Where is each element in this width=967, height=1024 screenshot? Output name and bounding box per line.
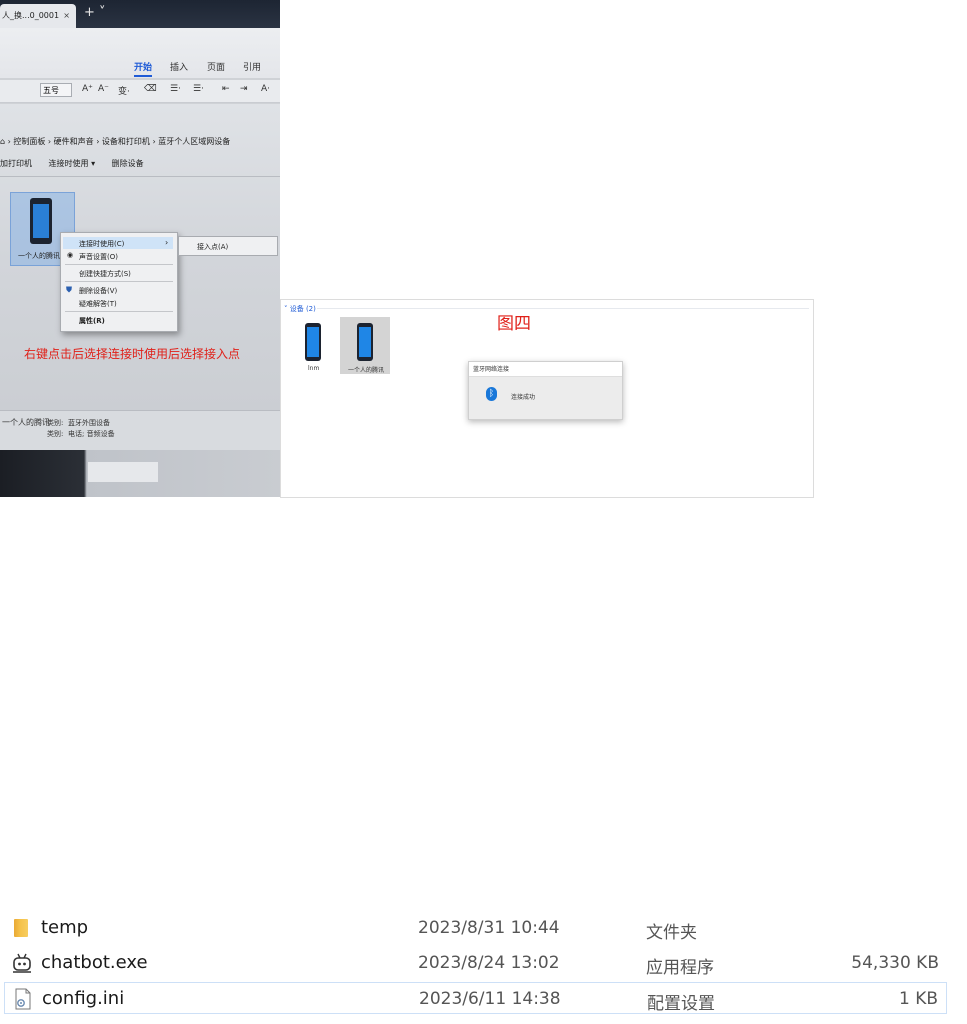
file-list: temp 2023/8/31 10:44 文件夹 chatbot.exe 202… (0, 910, 967, 1024)
details-key: 类别: (47, 430, 64, 438)
menu-item-connect-using[interactable]: 连接时使用(C) (79, 239, 124, 249)
divider (317, 308, 809, 309)
figure-caption: 图四 (497, 314, 531, 334)
document-tab-title: 人_换...0_0001 (2, 11, 60, 20)
context-menu: 连接时使用(C) › 声音设置(O) ◉ 创建快捷方式(S) 删除设备(V) ⛊… (60, 232, 178, 332)
menu-item-properties[interactable]: 属性(R) (79, 316, 105, 326)
file-name: temp (41, 917, 89, 938)
file-name: config.ini (42, 988, 125, 1009)
tab-references[interactable]: 引用 (243, 60, 261, 73)
menu-divider (65, 311, 173, 312)
file-type: 配置设置 (647, 994, 715, 1014)
bullet-list-icon[interactable]: ☰· (170, 84, 181, 94)
breadcrumb[interactable]: ⌂ › 控制面板 › 硬件和声音 › 设备和打印机 › 蓝牙个人区域网设备 (0, 136, 230, 147)
details-key: 类别: (47, 419, 64, 427)
menu-item-create-shortcut[interactable]: 创建快捷方式(S) (79, 269, 131, 279)
details-device-name: 一个人的腾讯 (2, 418, 50, 427)
formatting-toolbar: 五号 A⁺ A⁻ 变· ⌫ ☰· ☰· ⇤ ⇥ A· (0, 80, 280, 103)
file-size: 1 KB (898, 989, 938, 1009)
folder-icon (14, 919, 28, 937)
font-size-select[interactable]: 五号 (40, 83, 72, 97)
new-tab-button[interactable]: + ˅ (84, 5, 106, 20)
file-date: 2023/6/11 14:38 (419, 989, 561, 1009)
menu-item-remove-device[interactable]: 删除设备(V) (79, 286, 117, 296)
add-printer-button[interactable]: 加打印机 (0, 159, 32, 168)
file-row[interactable]: chatbot.exe 2023/8/24 13:02 应用程序 54,330 … (4, 947, 947, 979)
tab-page[interactable]: 页面 (207, 60, 225, 73)
file-name: chatbot.exe (41, 952, 148, 973)
phone-icon (30, 198, 52, 244)
taskbar-thumbnail (88, 462, 158, 482)
details-value: 蓝牙外围设备 (68, 419, 110, 427)
file-size: 54,330 KB (851, 953, 939, 973)
shrink-font-icon[interactable]: A⁻ (98, 84, 109, 94)
photo-of-screen: 人_换...0_0001 × + ˅ 开始 插入 页面 引用 五号 A⁺ A⁻ … (0, 0, 280, 497)
menu-divider (65, 264, 173, 265)
details-value: 电话; 音频设备 (68, 430, 115, 438)
details-pane: 一个人的腾讯 类别: 蓝牙外围设备 类别: 电话; 音频设备 (0, 410, 280, 451)
phone-icon (305, 323, 321, 361)
devices-group-header[interactable]: ˅ 设备 (2) (284, 304, 316, 314)
menu-item-sound-settings[interactable]: 声音设置(O) (79, 252, 118, 262)
submenu-access-point[interactable]: 接入点(A) (178, 236, 278, 256)
tab-start[interactable]: 开始 (134, 60, 153, 77)
chevron-right-icon: › (165, 238, 169, 247)
connect-using-button[interactable]: 连接时使用 ▾ (49, 159, 96, 168)
bluetooth-icon: ᛒ (486, 387, 497, 401)
remove-device-button[interactable]: 删除设备 (112, 159, 144, 168)
browser-tab-bar: 人_换...0_0001 × + ˅ (0, 0, 280, 28)
file-type: 文件夹 (646, 923, 697, 943)
file-row[interactable]: temp 2023/8/31 10:44 文件夹 (4, 912, 947, 944)
close-icon[interactable]: × (63, 4, 70, 28)
config-file-icon (15, 988, 31, 1010)
command-bar: 加打印机 连接时使用 ▾ 删除设备 (0, 158, 144, 169)
file-row-selected[interactable]: config.ini 2023/6/11 14:38 配置设置 1 KB (4, 982, 947, 1014)
menu-divider (65, 281, 173, 282)
device-label[interactable]: 一个人的腾讯 (348, 365, 384, 374)
menu-item-troubleshoot[interactable]: 疑难解答(T) (79, 299, 117, 309)
dialog-title: 蓝牙网络连接 (469, 362, 622, 377)
devices-screenshot: ˅ 设备 (2) lnm 一个人的腾讯 图四 蓝牙网络连接 ᛒ 连接成功 (280, 299, 814, 498)
dialog-message: 连接成功 (511, 394, 536, 401)
tab-insert[interactable]: 插入 (170, 60, 188, 73)
instruction-annotation: 右键点击后选择连接时使用后选择接入点 (24, 347, 241, 361)
robot-app-icon (13, 953, 31, 973)
divider (0, 176, 280, 177)
text-effect-icon[interactable]: A· (261, 84, 270, 94)
device-label: 一个人的腾讯 (18, 252, 60, 260)
numbered-list-icon[interactable]: ☰· (193, 84, 204, 94)
increase-indent-icon[interactable]: ⇥ (240, 84, 248, 94)
bluetooth-connection-dialog: 蓝牙网络连接 ᛒ 连接成功 (468, 361, 623, 420)
grow-font-icon[interactable]: A⁺ (82, 84, 93, 94)
file-type: 应用程序 (646, 958, 714, 978)
file-date: 2023/8/24 13:02 (418, 953, 560, 973)
device-label[interactable]: lnm (308, 365, 319, 372)
shield-icon: ⛊ (66, 285, 72, 294)
clear-format-icon[interactable]: ⌫ (144, 84, 157, 94)
document-tab[interactable]: 人_换...0_0001 × (0, 4, 76, 28)
decrease-indent-icon[interactable]: ⇤ (222, 84, 230, 94)
sound-icon: ◉ (67, 251, 74, 259)
file-date: 2023/8/31 10:44 (418, 918, 560, 938)
phone-icon (357, 323, 373, 361)
change-case-icon[interactable]: 变· (118, 84, 130, 97)
